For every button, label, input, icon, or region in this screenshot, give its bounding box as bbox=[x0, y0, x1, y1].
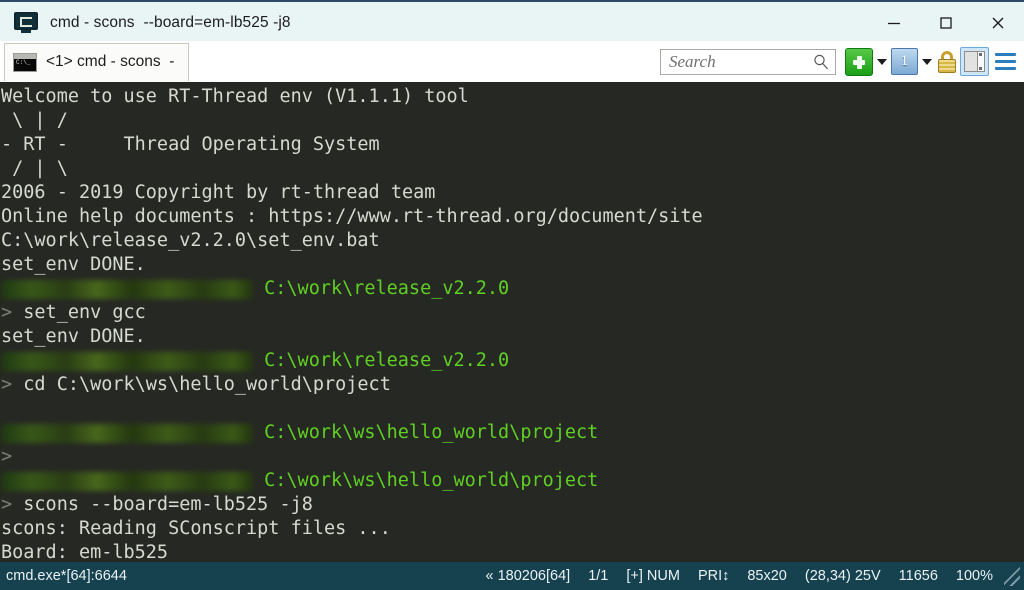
prompt-symbol: > bbox=[1, 446, 12, 467]
conemu-monitor-icon bbox=[14, 12, 38, 34]
terminal-line: > cd C:\work\ws\hello_world\project bbox=[1, 373, 1024, 397]
hamburger-menu-icon[interactable] bbox=[992, 49, 1018, 75]
terminal-line: > scons --board=em-lb525 -j8 bbox=[1, 493, 1024, 517]
terminal-line: C:\work\release_v2.2.0 bbox=[1, 349, 1024, 373]
toolbar: 1 bbox=[660, 41, 1024, 82]
redacted-username bbox=[1, 424, 253, 443]
tab-label: <1> cmd - scons - bbox=[46, 53, 174, 71]
console-window-icon: C:\_ bbox=[13, 53, 37, 72]
new-console-button[interactable] bbox=[845, 48, 873, 76]
search-box[interactable] bbox=[660, 49, 836, 75]
resize-grip[interactable] bbox=[1004, 566, 1020, 586]
status-insert-mode: [+] NUM bbox=[617, 568, 689, 584]
status-bar: cmd.exe*[64]:6644 « 180206[64] 1/1 [+] N… bbox=[0, 562, 1024, 590]
terminal-line: C:\work\ws\hello_world\project bbox=[1, 421, 1024, 445]
lock-button[interactable] bbox=[936, 49, 958, 75]
terminal-output[interactable]: Welcome to use RT-Thread env (V1.1.1) to… bbox=[0, 82, 1024, 562]
status-tab-index: 1/1 bbox=[579, 568, 617, 584]
split-pane-button[interactable] bbox=[960, 47, 989, 76]
command-text: scons --board=em-lb525 -j8 bbox=[12, 494, 313, 515]
padlock-icon bbox=[936, 49, 958, 75]
status-process: cmd.exe*[64]:6644 bbox=[0, 568, 127, 584]
status-priority: PRI↕ bbox=[689, 568, 738, 584]
terminal-line: Board: em-lb525 bbox=[1, 541, 1024, 562]
status-memory: 11656 bbox=[890, 568, 947, 584]
split-pane-icon bbox=[960, 47, 989, 76]
window-controls bbox=[868, 2, 1024, 43]
new-console-dropdown[interactable] bbox=[874, 49, 890, 75]
redacted-username bbox=[1, 280, 253, 299]
prompt-path: C:\work\ws\hello_world\project bbox=[264, 470, 598, 491]
terminal-line: C:\work\release_v2.2.0 bbox=[1, 277, 1024, 301]
terminal-line: set_env DONE. bbox=[1, 253, 1024, 277]
close-icon[interactable] bbox=[972, 2, 1024, 43]
console-icon-text: C:\_ bbox=[16, 59, 30, 66]
redacted-username bbox=[1, 472, 253, 491]
command-text: set_env gcc bbox=[12, 302, 146, 323]
terminal-line: / | \ bbox=[1, 157, 1024, 181]
status-cursor: (28,34) 25V bbox=[796, 568, 890, 584]
tab-console-1[interactable]: C:\_ <1> cmd - scons - bbox=[4, 43, 189, 81]
prompt-path: C:\work\release_v2.2.0 bbox=[264, 278, 509, 299]
console-count-button[interactable]: 1 bbox=[891, 48, 918, 75]
title-bar: cmd - scons --board=em-lb525 -j8 bbox=[0, 0, 1024, 43]
terminal-line: Welcome to use RT-Thread env (V1.1.1) to… bbox=[1, 85, 1024, 109]
terminal-line: scons: Reading SConscript files ... bbox=[1, 517, 1024, 541]
terminal-line: \ | / bbox=[1, 109, 1024, 133]
prompt-path: C:\work\release_v2.2.0 bbox=[264, 350, 509, 371]
status-zoom: 100% bbox=[947, 568, 1002, 584]
prompt-symbol: > bbox=[1, 494, 12, 515]
chevron-down-icon bbox=[877, 59, 887, 65]
terminal-line: C:\work\release_v2.2.0\set_env.bat bbox=[1, 229, 1024, 253]
console-count-icon: 1 bbox=[891, 48, 918, 75]
tab-strip: C:\_ <1> cmd - scons - bbox=[0, 41, 1024, 83]
terminal-line: set_env DONE. bbox=[1, 325, 1024, 349]
status-size: 85x20 bbox=[738, 568, 796, 584]
window-title: cmd - scons --board=em-lb525 -j8 bbox=[50, 14, 291, 32]
terminal-line: > set_env gcc bbox=[1, 301, 1024, 325]
terminal-line: - RT - Thread Operating System bbox=[1, 133, 1024, 157]
redacted-username bbox=[1, 352, 253, 371]
prompt-symbol: > bbox=[1, 374, 12, 395]
conemu-window: cmd - scons --board=em-lb525 -j8 C:\_ <1… bbox=[0, 0, 1024, 590]
prompt-path: C:\work\ws\hello_world\project bbox=[264, 422, 598, 443]
search-input[interactable] bbox=[661, 51, 809, 73]
status-build: « 180206[64] bbox=[477, 568, 580, 584]
console-count-dropdown[interactable] bbox=[919, 49, 935, 75]
command-text: cd C:\work\ws\hello_world\project bbox=[12, 374, 391, 395]
terminal-line: > bbox=[1, 445, 1024, 469]
green-plus-icon[interactable] bbox=[845, 48, 873, 76]
prompt-symbol: > bbox=[1, 302, 12, 323]
magnifier-icon[interactable] bbox=[809, 53, 833, 71]
terminal-line: 2006 - 2019 Copyright by rt-thread team bbox=[1, 181, 1024, 205]
terminal-line: Online help documents : https://www.rt-t… bbox=[1, 205, 1024, 229]
terminal-line: C:\work\ws\hello_world\project bbox=[1, 469, 1024, 493]
chevron-down-icon bbox=[922, 59, 932, 65]
maximize-icon[interactable] bbox=[920, 2, 972, 43]
minimize-icon[interactable] bbox=[868, 2, 920, 43]
terminal-line bbox=[1, 397, 1024, 421]
